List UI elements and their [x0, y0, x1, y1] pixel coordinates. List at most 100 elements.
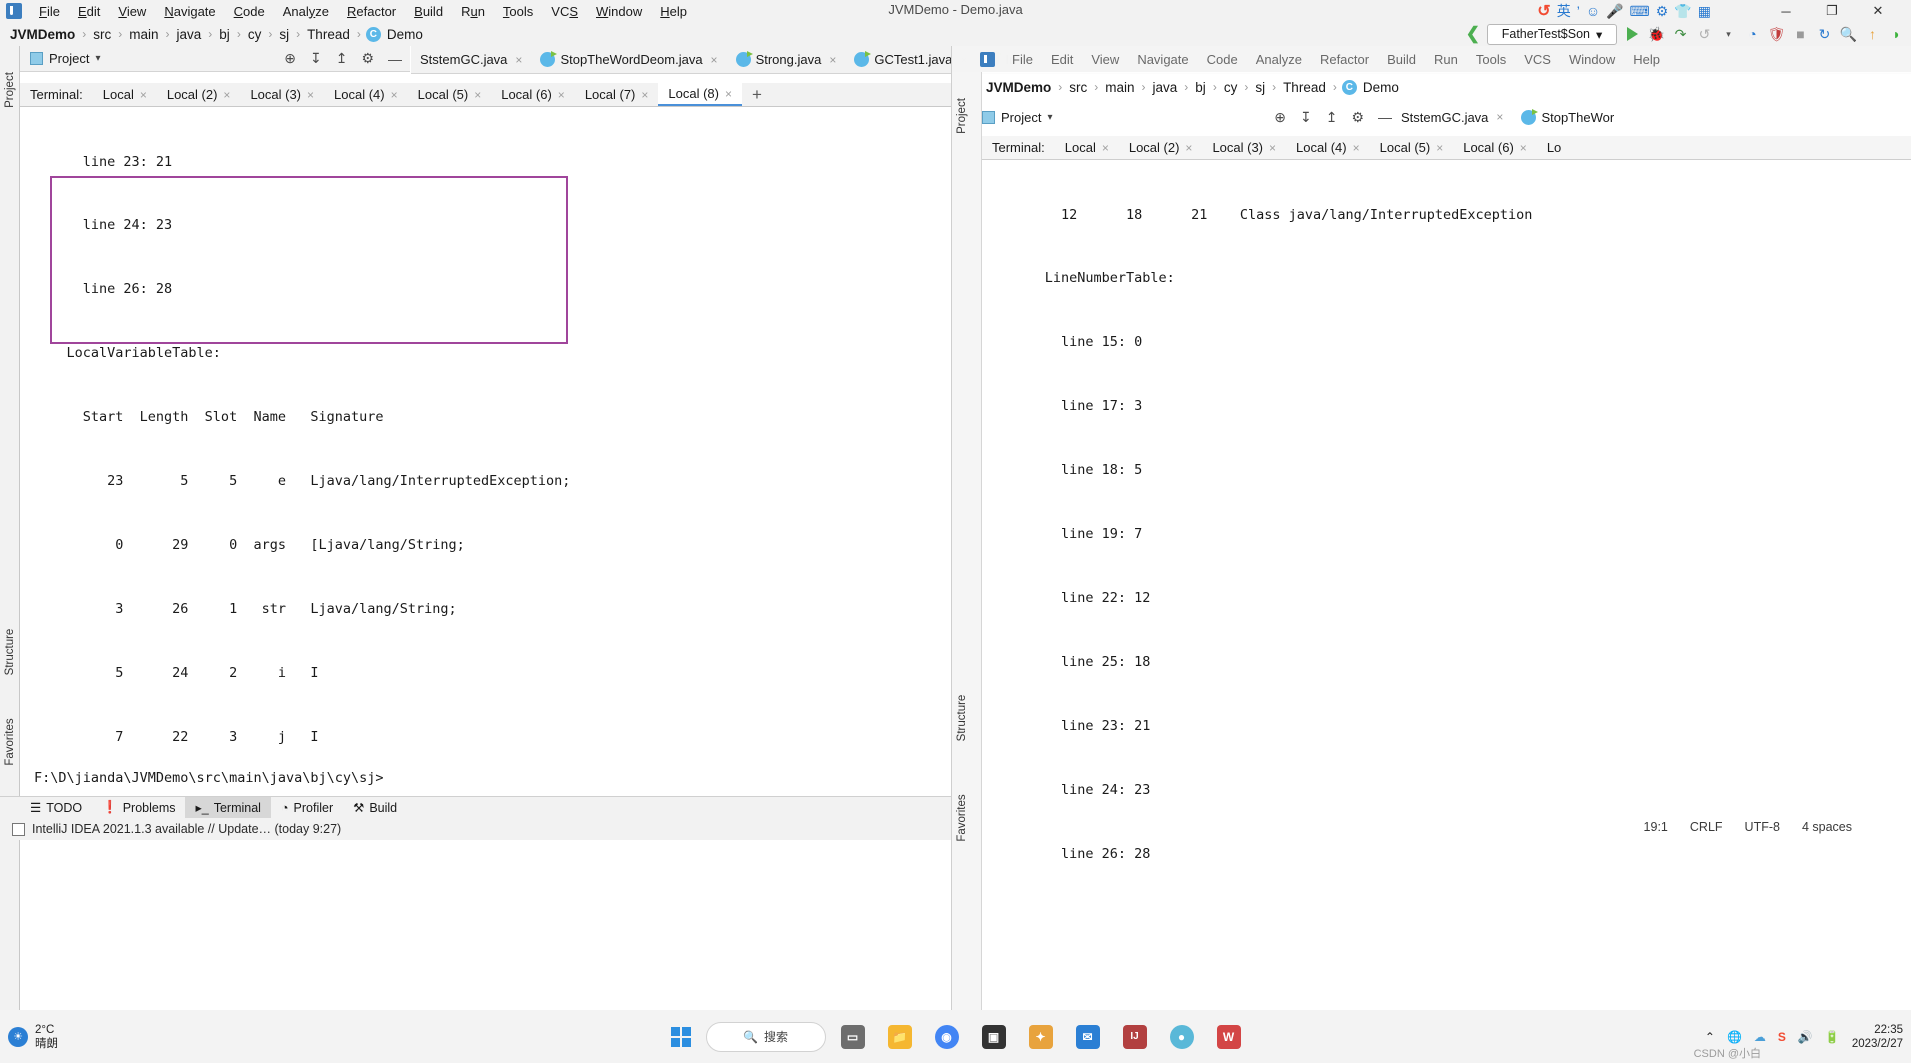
- overlay-menu-item-navigate[interactable]: Navigate: [1128, 50, 1197, 69]
- close-icon[interactable]: ×: [391, 88, 398, 102]
- overlay-menu-item-view[interactable]: View: [1082, 50, 1128, 69]
- run-with-coverage-button[interactable]: ↷: [1672, 26, 1689, 43]
- ime-emoji-icon[interactable]: ☺: [1586, 3, 1600, 19]
- menu-item-edit[interactable]: Edit: [69, 2, 109, 21]
- overlay-menu-item-build[interactable]: Build: [1378, 50, 1425, 69]
- overlay-menu-item-window[interactable]: Window: [1560, 50, 1624, 69]
- run-configuration-selector[interactable]: FatherTest$Son ▾: [1487, 23, 1617, 45]
- expand-all-icon[interactable]: ↧: [1300, 109, 1312, 126]
- overlay-menu-item-analyze[interactable]: Analyze: [1247, 50, 1311, 69]
- close-icon[interactable]: ×: [307, 88, 314, 102]
- hide-panel-icon[interactable]: —: [1378, 109, 1392, 125]
- indent-setting[interactable]: 4 spaces: [1802, 820, 1852, 834]
- sogou-icon[interactable]: S: [1778, 1030, 1786, 1044]
- overlay-terminal-output[interactable]: 12 18 21 Class java/lang/InterruptedExce…: [982, 160, 1911, 900]
- overlay-tool-window-structure[interactable]: Structure: [956, 693, 968, 743]
- menu-item-help[interactable]: Help: [651, 2, 696, 21]
- bottom-tab-terminal[interactable]: ▸_ Terminal: [185, 797, 271, 818]
- terminal-tab-local-8[interactable]: Local (8) ×: [658, 83, 742, 106]
- terminal-tab-local-6[interactable]: Local (6) ×: [491, 84, 575, 105]
- taskbar-app-wps-writer[interactable]: W: [1209, 1017, 1249, 1057]
- close-icon[interactable]: ×: [711, 53, 718, 67]
- sogou-ime-icon[interactable]: ↺: [1537, 1, 1550, 21]
- terminal-tab-local[interactable]: Local ×: [93, 84, 157, 105]
- close-icon[interactable]: ×: [515, 53, 522, 67]
- locate-icon[interactable]: ⊕: [1274, 109, 1286, 126]
- profile-dropdown-icon[interactable]: ▾: [1720, 26, 1737, 43]
- taskbar-clock[interactable]: 22:35 2023/2/27: [1852, 1023, 1903, 1051]
- git-update-icon[interactable]: ↻: [1816, 26, 1833, 43]
- close-icon[interactable]: ×: [829, 53, 836, 67]
- breadcrumb-item-3[interactable]: java: [175, 27, 204, 42]
- terminal-tab-local-2[interactable]: Local (2) ×: [157, 84, 241, 105]
- chevron-down-icon[interactable]: ▾: [1047, 112, 1052, 123]
- overlay-breadcrumb-item-0[interactable]: JVMDemo: [984, 80, 1053, 95]
- menu-item-window[interactable]: Window: [587, 2, 651, 21]
- menu-item-navigate[interactable]: Navigate: [155, 2, 224, 21]
- attach-profiler-icon[interactable]: ◔: [1744, 26, 1761, 43]
- settings-gear-icon[interactable]: ⚙: [1351, 109, 1364, 126]
- bottom-tab-problems[interactable]: ❗ Problems: [92, 797, 185, 818]
- ime-apps-icon[interactable]: ▦: [1698, 3, 1711, 20]
- ide-extra-icon[interactable]: ◗: [1888, 26, 1905, 43]
- breadcrumb-item-2[interactable]: main: [127, 27, 160, 42]
- overlay-terminal-tab-local-6[interactable]: Local (6) ×: [1453, 137, 1537, 158]
- profile-button[interactable]: ↺: [1696, 26, 1713, 43]
- overlay-breadcrumb-item-2[interactable]: main: [1103, 80, 1136, 95]
- taskbar-app-intellij-idea[interactable]: IJ: [1115, 1017, 1155, 1057]
- cloud-icon[interactable]: ☁: [1754, 1030, 1766, 1044]
- chevron-down-icon[interactable]: ▾: [95, 53, 100, 64]
- breadcrumb-item-0[interactable]: JVMDemo: [8, 27, 77, 42]
- close-icon[interactable]: ×: [558, 88, 565, 102]
- editor-tab-stopthewordeom[interactable]: StopTheWordDeom.java ×: [531, 46, 726, 73]
- ime-skin-icon[interactable]: 👕: [1674, 3, 1691, 20]
- overlay-tool-window-favorites[interactable]: Favorites: [956, 793, 968, 843]
- battery-icon[interactable]: 🔋: [1825, 1030, 1840, 1044]
- overlay-editor-tab-stopthewor[interactable]: StopTheWor: [1512, 104, 1623, 130]
- close-icon[interactable]: ×: [1520, 141, 1527, 155]
- taskbar-app-media-player[interactable]: ●: [1162, 1017, 1202, 1057]
- terminal-prompt[interactable]: F:\D\jianda\JVMDemo\src\main\java\bj\cy\…: [20, 770, 951, 796]
- menu-item-run[interactable]: Run: [452, 2, 494, 21]
- overlay-breadcrumb-item-5[interactable]: cy: [1222, 80, 1240, 95]
- run-button[interactable]: [1624, 26, 1641, 43]
- close-icon[interactable]: ×: [1353, 141, 1360, 155]
- menu-item-view[interactable]: View: [109, 2, 155, 21]
- collapse-all-icon[interactable]: ↥: [1326, 109, 1338, 126]
- overlay-breadcrumb-item-4[interactable]: bj: [1193, 80, 1208, 95]
- taskbar-app-task-view[interactable]: ▭: [833, 1017, 873, 1057]
- breadcrumb-item-1[interactable]: src: [91, 27, 113, 42]
- coverage-icon[interactable]: 🛡: [1768, 26, 1786, 43]
- close-icon[interactable]: ×: [725, 87, 732, 101]
- close-icon[interactable]: ×: [1496, 110, 1503, 124]
- collapse-all-icon[interactable]: ↥: [336, 50, 348, 67]
- breadcrumb-item-5[interactable]: cy: [246, 27, 264, 42]
- ime-voice-icon[interactable]: 🎤: [1606, 3, 1623, 20]
- ime-tools-icon[interactable]: ⚙: [1656, 3, 1669, 20]
- overlay-menu-item-tools[interactable]: Tools: [1467, 50, 1515, 69]
- terminal-tab-local-7[interactable]: Local (7) ×: [575, 84, 659, 105]
- menu-item-vcs[interactable]: VCS: [542, 2, 587, 21]
- overlay-menu-item-edit[interactable]: Edit: [1042, 50, 1082, 69]
- overlay-editor-tab-ststemgc[interactable]: StstemGC.java ×: [1392, 104, 1512, 130]
- overlay-terminal-tab-local-7[interactable]: Lo: [1537, 137, 1571, 158]
- taskbar-app-store[interactable]: ▣: [974, 1017, 1014, 1057]
- overlay-terminal-tab-local-5[interactable]: Local (5) ×: [1370, 137, 1454, 158]
- close-icon[interactable]: ×: [1102, 141, 1109, 155]
- overlay-breadcrumb-item-8[interactable]: Demo: [1361, 80, 1401, 95]
- expand-all-icon[interactable]: ↧: [310, 50, 322, 67]
- locate-icon[interactable]: ⊕: [284, 50, 296, 67]
- ime-punctuation-icon[interactable]: ’: [1577, 3, 1580, 19]
- terminal-tab-local-5[interactable]: Local (5) ×: [408, 84, 492, 105]
- line-separator[interactable]: CRLF: [1690, 820, 1723, 834]
- overlay-menu-item-vcs[interactable]: VCS: [1515, 50, 1560, 69]
- settings-gear-icon[interactable]: ⚙: [361, 50, 374, 67]
- stop-button[interactable]: ■: [1792, 26, 1809, 43]
- overlay-menu-item-run[interactable]: Run: [1425, 50, 1467, 69]
- chevron-up-icon[interactable]: ⌃: [1705, 1030, 1715, 1044]
- caret-position[interactable]: 19:1: [1644, 820, 1668, 834]
- breadcrumb-item-7[interactable]: Thread: [305, 27, 352, 42]
- start-button[interactable]: [663, 1019, 699, 1055]
- overlay-terminal-tab-local-3[interactable]: Local (3) ×: [1202, 137, 1286, 158]
- close-icon[interactable]: ×: [474, 88, 481, 102]
